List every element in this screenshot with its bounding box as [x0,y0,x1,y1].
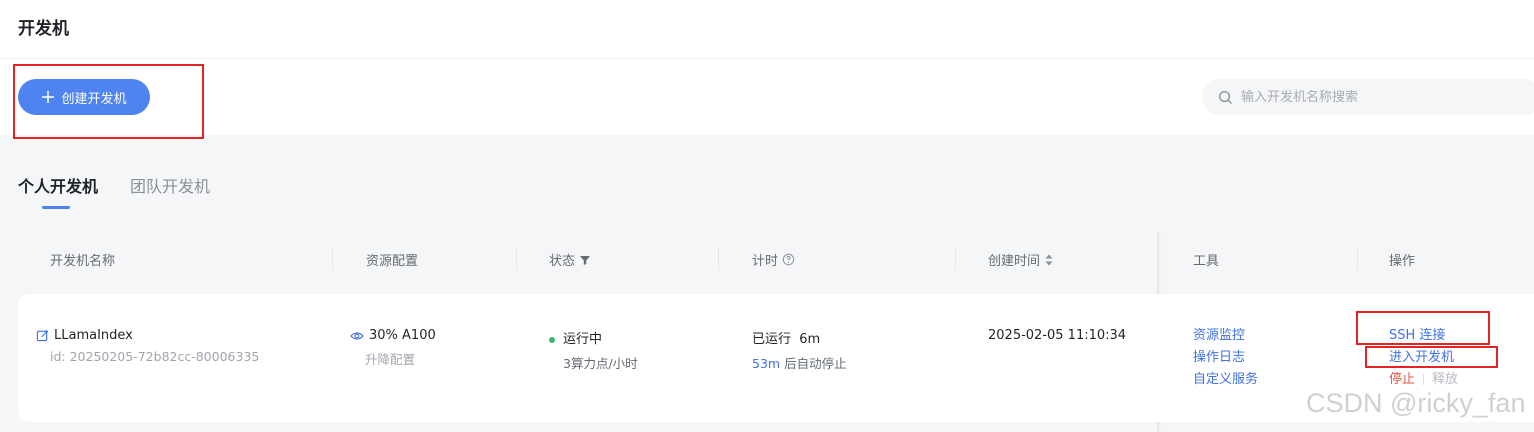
table-header: 开发机名称 资源配置 状态 计时 创建时间 工具 操作 [0,234,1534,284]
column-header-timer: 计时 [752,250,795,269]
tab-active-indicator [42,206,70,209]
column-header-tools: 工具 [1193,254,1220,269]
tab-bar: 个人开发机 团队开发机 [18,173,210,209]
table-row: LLamaIndex id: 20250205-72b82cc-80006335… [18,294,1534,422]
eye-icon[interactable] [350,330,364,342]
search-icon [1219,90,1233,104]
auto-stop-value: 53m [752,356,781,371]
filter-icon[interactable] [579,254,591,266]
cell-actions: SSH 连接 进入开发机 停止 释放 [1389,325,1458,391]
resize-config-link[interactable]: 升降配置 [350,349,436,368]
column-divider [718,248,719,270]
cell-created: 2025-02-05 11:10:34 [988,328,1126,343]
column-divider [955,248,956,270]
page-title: 开发机 [18,19,69,39]
header-bar: 开发机 [0,0,1534,59]
search-box[interactable] [1202,79,1534,115]
custom-service-link[interactable]: 自定义服务 [1193,369,1258,391]
cell-timer: 已运行 6m 53m 后自动停止 [752,328,847,372]
timer-label: 已运行 [752,332,792,347]
cell-status: 运行中 3算力点/小时 [549,328,638,372]
tab-personal[interactable]: 个人开发机 [18,173,98,209]
resource-monitor-link[interactable]: 资源监控 [1193,325,1258,347]
tab-personal-label: 个人开发机 [18,177,99,196]
tab-team[interactable]: 团队开发机 [130,173,210,209]
column-header-resource: 资源配置 [366,254,419,269]
action-divider [1423,374,1425,385]
column-divider [1357,248,1358,270]
cell-name: LLamaIndex id: 20250205-72b82cc-80006335 [36,328,259,364]
status-cost: 3算力点/小时 [563,356,638,371]
edit-icon[interactable] [36,329,49,342]
release-link: 释放 [1432,372,1459,387]
action-bar: 创建开发机 [0,59,1534,135]
stop-link[interactable]: 停止 [1389,372,1415,387]
plus-icon [42,91,55,103]
created-time: 2025-02-05 11:10:34 [988,328,1127,343]
column-divider [332,248,333,270]
resource-value: 30% A100 [369,328,436,343]
cell-resource: 30% A100 升降配置 [350,328,436,368]
operation-log-link[interactable]: 操作日志 [1193,347,1258,369]
create-devmachine-button[interactable]: 创建开发机 [18,79,150,115]
enter-devmachine-link[interactable]: 进入开发机 [1389,347,1458,369]
help-icon[interactable] [782,253,795,266]
column-divider [516,248,517,270]
tab-team-label: 团队开发机 [130,177,211,196]
auto-stop-label: 后自动停止 [784,356,847,371]
ssh-connect-link[interactable]: SSH 连接 [1389,325,1458,347]
devmachine-id: id: 20250205-72b82cc-80006335 [50,349,260,364]
status-running-dot [549,336,555,343]
column-header-created: 创建时间 [988,250,1054,269]
column-header-name: 开发机名称 [50,254,116,269]
cell-tools: 资源监控 操作日志 自定义服务 [1193,325,1258,391]
status-text: 运行中 [563,332,603,347]
column-header-actions: 操作 [1389,254,1416,269]
search-input[interactable] [1241,89,1501,105]
timer-value: 6m [799,332,821,347]
devmachine-name: LLamaIndex [54,328,133,343]
sort-icon[interactable] [1044,253,1054,267]
create-devmachine-label: 创建开发机 [61,91,127,107]
column-header-status: 状态 [549,250,591,269]
